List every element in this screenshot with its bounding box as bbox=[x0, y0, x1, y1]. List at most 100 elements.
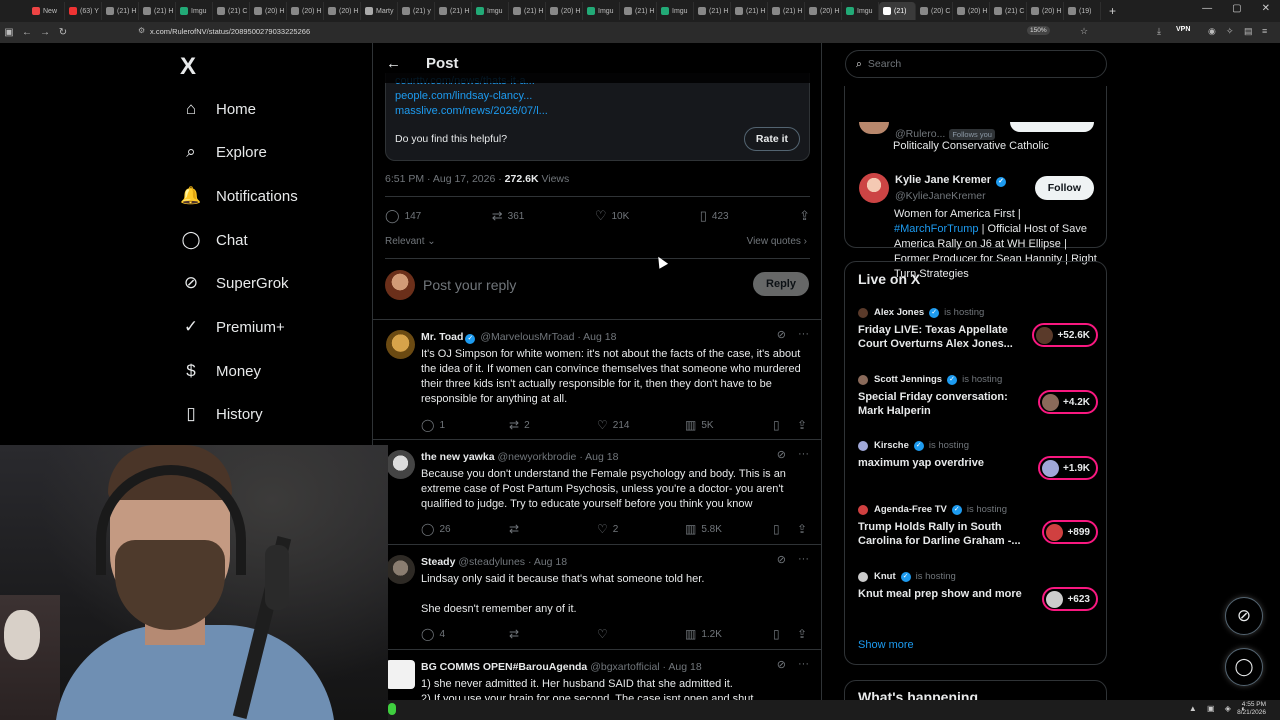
browser-tab[interactable]: Imgu bbox=[842, 2, 879, 20]
avatar[interactable] bbox=[386, 555, 415, 584]
note-link[interactable]: people.com/lindsay-clancy... bbox=[395, 90, 532, 102]
reply-action[interactable]: ◯ 4 bbox=[421, 627, 445, 641]
clock[interactable]: 4:55 PM 8/21/2026 bbox=[1237, 701, 1266, 717]
bookmark-action[interactable]: ▯ bbox=[773, 522, 780, 536]
repost-action[interactable]: ⇄ bbox=[509, 627, 519, 641]
views-action[interactable]: ▥ 1.2K bbox=[685, 627, 722, 641]
author-name[interactable]: BG COMMS OPEN#BarouAgenda bbox=[421, 661, 587, 673]
post-time[interactable]: 6:51 PM · Aug 17, 2026 · bbox=[385, 173, 505, 185]
avatar[interactable] bbox=[386, 330, 415, 359]
following-button[interactable] bbox=[1010, 122, 1094, 132]
messages-fab-icon[interactable]: ◯ bbox=[1225, 648, 1263, 686]
reply-stat[interactable]: ◯ 147 bbox=[385, 208, 421, 224]
reply-button[interactable]: Reply bbox=[753, 272, 809, 296]
share-action[interactable]: ⇪ bbox=[797, 522, 807, 536]
grok-icon[interactable]: ⊘ bbox=[777, 553, 786, 566]
author-name[interactable]: Mr. Toad bbox=[421, 331, 463, 343]
bookmark-action[interactable]: ▯ bbox=[773, 627, 780, 641]
author-handle[interactable]: @MarvelousMrToad bbox=[480, 331, 574, 343]
more-icon[interactable]: ··· bbox=[798, 328, 809, 341]
more-icon[interactable]: ··· bbox=[798, 658, 809, 671]
live-item[interactable]: Scott Jennings ✓ is hosting Special Friday … bbox=[858, 374, 1098, 418]
follow-button[interactable]: Follow bbox=[1034, 176, 1094, 200]
reply-date[interactable]: · Aug 18 bbox=[577, 331, 616, 343]
browser-tab[interactable]: (20) H bbox=[324, 2, 361, 20]
minimize-icon[interactable]: — bbox=[1202, 3, 1212, 14]
browser-tab[interactable]: New bbox=[28, 2, 65, 20]
browser-tab[interactable]: (21) H bbox=[768, 2, 805, 20]
author-handle[interactable]: @newyorkbrodie bbox=[497, 451, 576, 463]
rate-it-button[interactable]: Rate it bbox=[743, 127, 800, 151]
reply-input[interactable]: Post your reply bbox=[423, 277, 516, 293]
repost-stat[interactable]: ⇄ 361 bbox=[492, 208, 525, 224]
browser-tab[interactable]: Imgu bbox=[472, 2, 509, 20]
maximize-icon[interactable]: ▢ bbox=[1232, 3, 1241, 14]
browser-tab[interactable]: (21) H bbox=[620, 2, 657, 20]
app-icon[interactable] bbox=[388, 703, 396, 715]
forward-nav-icon[interactable]: → bbox=[36, 27, 54, 38]
close-window-icon[interactable]: ✕ bbox=[1262, 3, 1270, 14]
repost-action[interactable]: ⇄ 2 bbox=[509, 418, 530, 432]
grok-icon[interactable]: ⊘ bbox=[777, 328, 786, 341]
author-name[interactable]: Steady bbox=[421, 556, 455, 568]
reload-icon[interactable]: ↻ bbox=[54, 27, 72, 38]
new-tab-icon[interactable]: + bbox=[1109, 4, 1116, 18]
browser-tab[interactable]: (21) bbox=[879, 2, 916, 20]
grok-icon[interactable]: ⊘ bbox=[777, 658, 786, 671]
browser-tab[interactable]: Marty bbox=[361, 2, 398, 20]
user-handle[interactable]: @KylieJaneKremer bbox=[895, 190, 986, 202]
download-icon[interactable]: ⤓ bbox=[1157, 26, 1161, 37]
grok-icon[interactable]: ⊘ bbox=[777, 448, 786, 461]
views-action[interactable]: ▥ 5K bbox=[685, 418, 714, 432]
more-icon[interactable]: ··· bbox=[798, 448, 809, 461]
url-field[interactable]: x.com/RulerofNV/status/20895002790332252… bbox=[150, 27, 310, 36]
author-name[interactable]: the new yawka bbox=[421, 451, 495, 463]
browser-tab[interactable]: (20) H bbox=[546, 2, 583, 20]
user-handle[interactable]: @Rulero... bbox=[895, 128, 945, 140]
bookmark-stat[interactable]: ▯ 423 bbox=[700, 208, 729, 224]
share-action[interactable]: ⇪ bbox=[797, 418, 807, 432]
nav-item-premium[interactable]: ✓ Premium+ bbox=[180, 316, 285, 338]
avatar[interactable] bbox=[859, 173, 889, 203]
browser-tab[interactable]: (20) H bbox=[287, 2, 324, 20]
zoom-level[interactable]: 150% bbox=[1027, 26, 1050, 35]
nav-item-money[interactable]: $ Money bbox=[180, 360, 261, 382]
reply-date[interactable]: · Aug 18 bbox=[528, 556, 567, 568]
note-link[interactable]: masslive.com/news/2026/07/l... bbox=[395, 105, 548, 117]
like-action[interactable]: ♡ bbox=[597, 627, 608, 641]
browser-tab[interactable]: (21) C bbox=[213, 2, 250, 20]
sort-dropdown[interactable]: Relevant ⌄ bbox=[385, 236, 436, 247]
sidebar-toggle-icon[interactable]: ▣ bbox=[0, 27, 18, 38]
more-icon[interactable]: ··· bbox=[798, 553, 809, 566]
site-info-icon[interactable]: ⚙ bbox=[138, 26, 145, 35]
nav-item-chat[interactable]: ◯ Chat bbox=[180, 229, 247, 251]
author-handle[interactable]: @bgxartofficial bbox=[590, 661, 659, 673]
listener-pill[interactable]: +1.9K bbox=[1038, 456, 1098, 480]
reply-date[interactable]: · Aug 18 bbox=[663, 661, 702, 673]
star-icon[interactable]: ☆ bbox=[1080, 26, 1088, 37]
nav-item-home[interactable]: ⌂ Home bbox=[180, 98, 256, 120]
menu-icon[interactable]: ≡ bbox=[1262, 26, 1267, 36]
grok-fab-icon[interactable]: ⊘ bbox=[1225, 597, 1263, 635]
search-input[interactable]: ⌕ Search bbox=[845, 50, 1107, 78]
reply-item[interactable]: Mr. Toad ✓ @MarvelousMrToad · Aug 18 ⊘ ···… bbox=[373, 320, 821, 440]
user-name[interactable]: Kylie Jane Kremer ✓ bbox=[895, 174, 1008, 187]
browser-tab[interactable]: (21) H bbox=[509, 2, 546, 20]
x-logo[interactable]: X bbox=[180, 53, 196, 81]
browser-tab[interactable]: (21) y bbox=[398, 2, 435, 20]
listener-pill[interactable]: +899 bbox=[1042, 520, 1098, 544]
browser-tab[interactable]: (21) H bbox=[694, 2, 731, 20]
reply-date[interactable]: · Aug 18 bbox=[579, 451, 618, 463]
listener-pill[interactable]: +623 bbox=[1042, 587, 1098, 611]
browser-tab[interactable]: (19) bbox=[1064, 2, 1101, 20]
nav-item-supergrok[interactable]: ⊘ SuperGrok bbox=[180, 272, 289, 294]
profile-icon[interactable]: ◉ bbox=[1208, 26, 1216, 37]
browser-tab[interactable]: (20) H bbox=[953, 2, 990, 20]
like-action[interactable]: ♡ 214 bbox=[597, 418, 629, 432]
reply-action[interactable]: ◯ 26 bbox=[421, 522, 451, 536]
reply-action[interactable]: ◯ 1 bbox=[421, 418, 445, 432]
reply-item[interactable]: Steady @steadylunes · Aug 18 ⊘ ··· Lindsa… bbox=[373, 545, 821, 650]
listener-pill[interactable]: +4.2K bbox=[1038, 390, 1098, 414]
browser-tab[interactable]: (21) H bbox=[139, 2, 176, 20]
author-handle[interactable]: @steadylunes bbox=[458, 556, 525, 568]
